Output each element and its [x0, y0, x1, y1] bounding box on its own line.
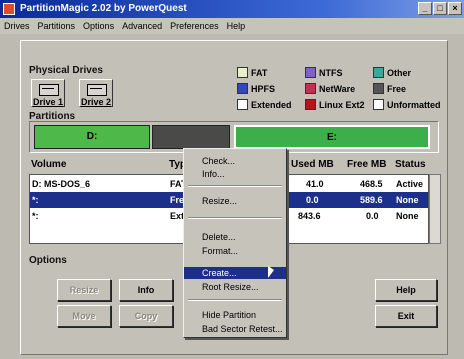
menu-preferences[interactable]: Preferences: [166, 18, 223, 34]
exit-button[interactable]: Exit: [375, 305, 437, 327]
legend-ntfs: NTFS: [305, 67, 343, 78]
menu-options[interactable]: Options: [79, 18, 118, 34]
menu-advanced[interactable]: Advanced: [118, 18, 166, 34]
menu-help[interactable]: Help: [223, 18, 250, 34]
menu-item-root-resize[interactable]: Root Resize...: [184, 281, 286, 293]
hard-drive-icon: [87, 84, 107, 96]
menu-partitions[interactable]: Partitions: [34, 18, 80, 34]
options-label: Options: [29, 255, 67, 266]
physical-drives-label: Physical Drives: [29, 65, 103, 76]
legend-hpfs: HPFS: [237, 83, 275, 94]
title-bar: PartitionMagic 2.02 by PowerQuest _ □ ×: [0, 0, 464, 18]
app-screen: PartitionMagic 2.02 by PowerQuest _ □ × …: [0, 0, 464, 359]
resize-option-button[interactable]: Resize: [57, 279, 111, 301]
menu-item-check[interactable]: Check...: [184, 155, 286, 167]
copy-button[interactable]: Copy: [119, 305, 173, 327]
mouse-pointer-icon: [268, 266, 274, 278]
legend-other: Other: [373, 67, 411, 78]
partition-segment-d[interactable]: D:: [34, 125, 150, 149]
info-button[interactable]: Info: [119, 279, 173, 301]
menu-item-hide-partition[interactable]: Hide Partition: [184, 309, 286, 321]
minimize-button[interactable]: _: [418, 2, 432, 15]
table-scrollbar[interactable]: [429, 174, 441, 244]
menu-item-delete[interactable]: Delete...: [184, 231, 286, 243]
help-button[interactable]: Help: [375, 279, 437, 301]
menu-separator: [188, 185, 282, 187]
move-button[interactable]: Move: [57, 305, 111, 327]
menu-drives[interactable]: Drives: [0, 18, 34, 34]
menu-item-format[interactable]: Format...: [184, 245, 286, 257]
menu-item-bad-sector-retest[interactable]: Bad Sector Retest...: [184, 323, 286, 335]
window-title: PartitionMagic 2.02 by PowerQuest: [20, 3, 187, 14]
legend-fat: FAT: [237, 67, 267, 78]
app-icon[interactable]: [3, 3, 15, 15]
context-menu: Check... Info... Resize... Delete... For…: [183, 148, 287, 338]
menu-bar: Drives Partitions Options Advanced Prefe…: [0, 18, 464, 34]
col-used-mb: Used MB: [291, 159, 334, 170]
partition-segment-free[interactable]: [152, 125, 230, 149]
col-volume: Volume: [31, 159, 67, 170]
close-button[interactable]: ×: [448, 2, 462, 15]
legend-free: Free: [373, 83, 406, 94]
drive-1-label: Drive 1: [33, 97, 64, 107]
menu-item-resize[interactable]: Resize...: [184, 195, 286, 207]
partition-segment-e[interactable]: E:: [234, 125, 430, 149]
menu-separator: [188, 217, 282, 219]
legend-netware: NetWare: [305, 83, 355, 94]
col-free-mb: Free MB: [347, 159, 387, 170]
legend-extended: Extended: [237, 99, 292, 110]
legend-unformatted: Unformatted: [373, 99, 441, 110]
menu-separator: [188, 299, 282, 301]
drive-2-label: Drive 2: [81, 97, 112, 107]
menu-item-info[interactable]: Info...: [184, 168, 286, 180]
hard-drive-icon: [39, 84, 59, 96]
maximize-button[interactable]: □: [433, 2, 447, 15]
legend-linux-ext2: Linux Ext2: [305, 99, 365, 110]
col-status: Status: [395, 159, 426, 170]
